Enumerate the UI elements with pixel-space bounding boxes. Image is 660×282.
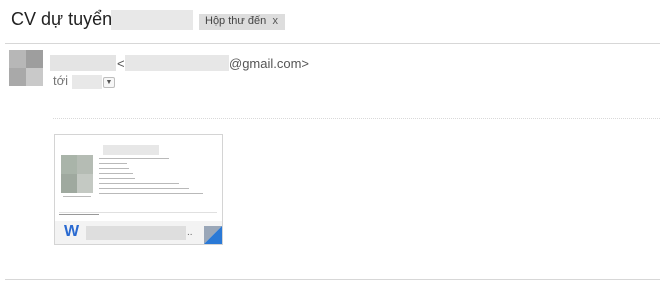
recipient-label: tới [53,73,69,88]
chevron-down-icon: ▼ [105,79,113,86]
attachment-preview[interactable] [55,135,222,223]
word-doc-icon: W [64,223,80,240]
doc-section-heading [59,214,99,215]
sender-email-redacted [125,55,229,71]
sender-avatar[interactable] [9,50,43,86]
sender-name-redacted[interactable] [50,55,116,71]
sender-email-domain: @gmail.com> [229,56,310,71]
doc-photo-caption [63,196,91,197]
remove-label-icon[interactable]: x [273,15,279,27]
body-divider [53,118,660,119]
doc-corner-icon [204,226,222,244]
divider-bottom [5,279,660,280]
inbox-label-chip[interactable]: Hộp thư đến x [199,14,285,30]
subject-bar: CV dự tuyển Hộp thư đến x [0,0,660,44]
doc-text-lines [99,158,203,198]
show-details-button[interactable]: ▼ [103,77,115,88]
attachment-footer[interactable]: W .. [55,221,222,244]
subject-redacted [111,10,193,30]
filename-ellipsis: .. [187,227,193,238]
doc-rule [59,212,217,213]
attachment-card[interactable]: W .. [54,134,223,245]
email-subject: CV dự tuyển [11,9,113,29]
doc-name-redacted [103,145,159,155]
email-open-bracket: < [117,56,125,71]
attachment-filename-redacted [86,226,186,240]
doc-photo-thumbnail [61,155,93,193]
divider-top [5,43,660,44]
inbox-label-text: Hộp thư đến [205,15,267,27]
recipient-redacted [72,75,102,89]
